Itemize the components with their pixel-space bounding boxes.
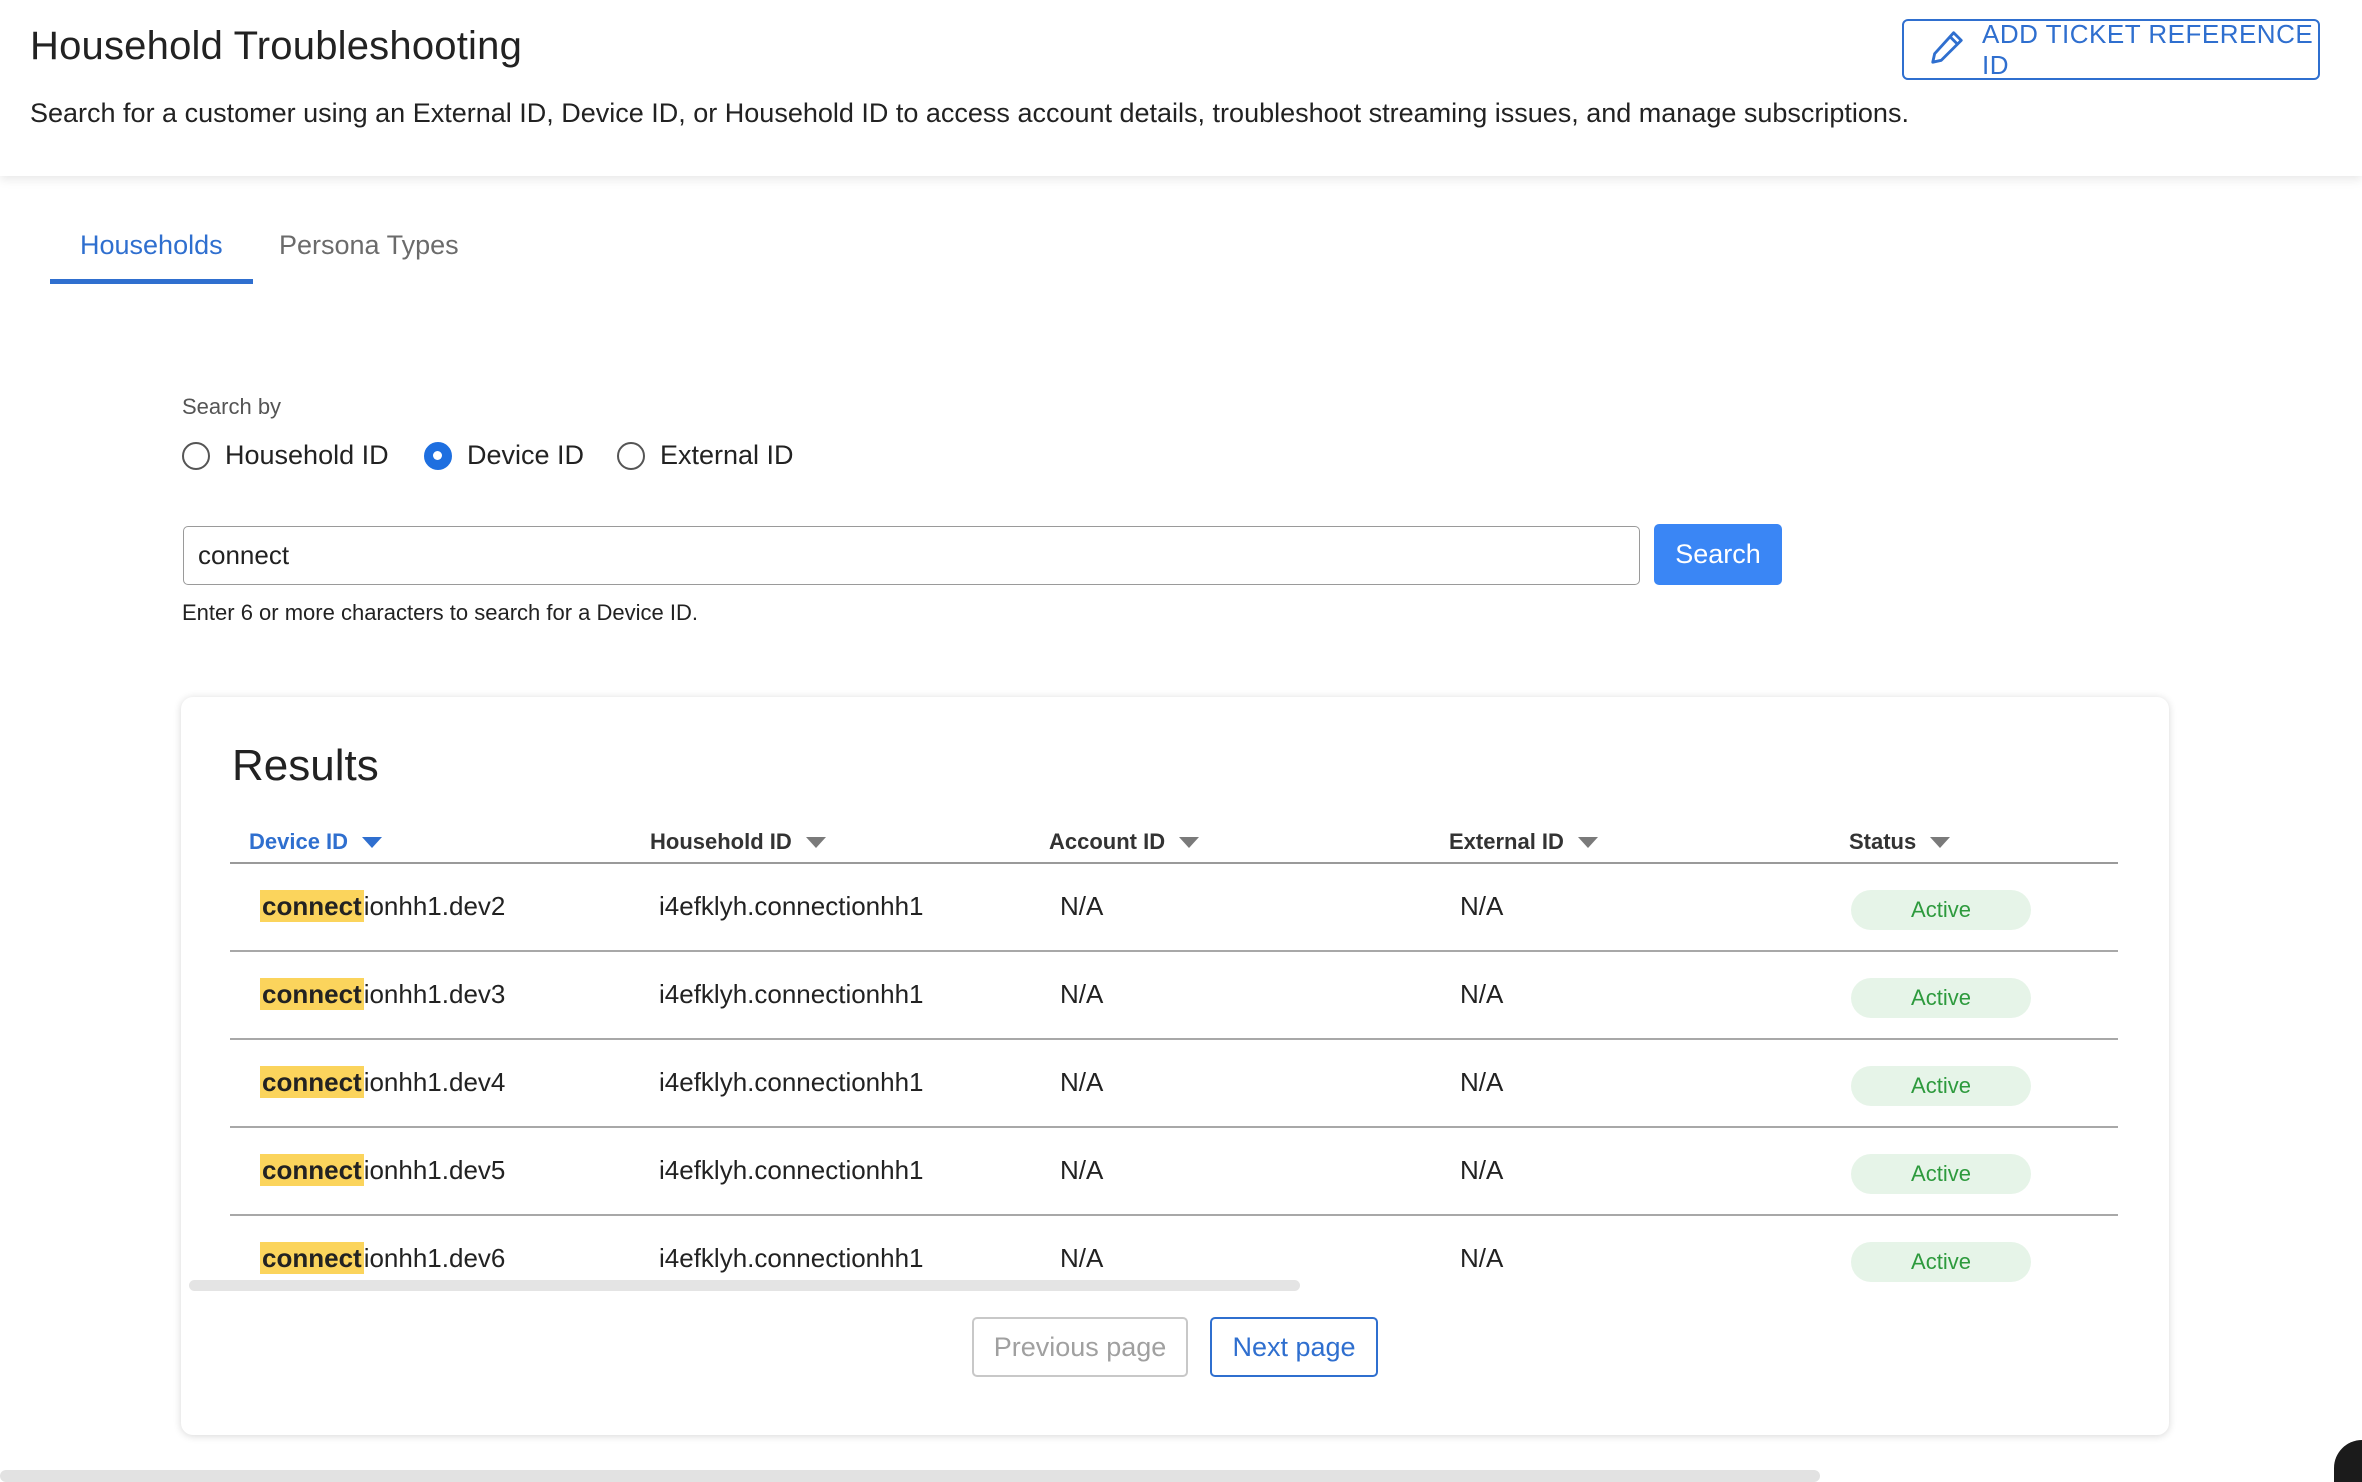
search-helper-text: Enter 6 or more characters to search for… xyxy=(182,600,698,625)
previous-page-button[interactable]: Previous page xyxy=(972,1317,1188,1377)
device-id-cell: connectionhh1.dev4 xyxy=(260,1066,506,1098)
account-id-cell: N/A xyxy=(1060,979,1104,1009)
external-id-cell: N/A xyxy=(1460,1243,1504,1273)
account-id-cell: N/A xyxy=(1060,891,1104,921)
status-badge: Active xyxy=(1851,978,2031,1018)
column-header-household-id[interactable]: Household ID xyxy=(650,827,826,857)
search-match-highlight: connect xyxy=(260,1066,364,1098)
device-id-cell: connectionhh1.dev6 xyxy=(260,1242,506,1274)
search-match-highlight: connect xyxy=(260,978,364,1010)
search-button[interactable]: Search xyxy=(1654,524,1782,585)
radio-household-id[interactable]: Household ID xyxy=(182,440,389,471)
radio-external-id[interactable]: External ID xyxy=(617,440,794,471)
device-id-rest: ionhh1.dev2 xyxy=(363,891,506,921)
external-id-cell: N/A xyxy=(1460,979,1504,1009)
next-page-button[interactable]: Next page xyxy=(1210,1317,1378,1377)
search-match-highlight: connect xyxy=(260,890,364,922)
device-id-rest: ionhh1.dev4 xyxy=(363,1067,506,1097)
device-id-rest: ionhh1.dev5 xyxy=(363,1155,506,1185)
radio-device-id[interactable]: Device ID xyxy=(424,440,584,471)
search-by-label: Search by xyxy=(182,394,282,419)
household-id-cell: i4efklyh.connectionhh1 xyxy=(659,1243,924,1273)
page-header: Household Troubleshooting Search for a c… xyxy=(0,0,2362,176)
table-row[interactable]: connectionhh1.dev4 i4efklyh.connectionhh… xyxy=(230,1040,2118,1128)
page-title: Household Troubleshooting xyxy=(30,24,523,68)
external-id-cell: N/A xyxy=(1460,891,1504,921)
sort-icon xyxy=(805,836,826,848)
account-id-cell: N/A xyxy=(1060,1243,1104,1273)
add-ticket-reference-label: ADD TICKET REFERENCE ID xyxy=(1982,18,2314,80)
radio-circle-selected[interactable] xyxy=(424,441,452,470)
table-row[interactable]: connectionhh1.dev3 i4efklyh.connectionhh… xyxy=(230,952,2118,1040)
status-badge: Active xyxy=(1851,1154,2031,1194)
results-title: Results xyxy=(232,741,379,790)
tab-persona-types[interactable]: Persona Types xyxy=(279,222,459,284)
search-match-highlight: connect xyxy=(260,1242,364,1274)
device-id-cell: connectionhh1.dev3 xyxy=(260,978,506,1010)
search-match-highlight: connect xyxy=(260,1154,364,1186)
column-header-status[interactable]: Status xyxy=(1849,827,1951,857)
window-corner xyxy=(2334,1440,2362,1482)
sort-icon xyxy=(1179,836,1200,848)
status-badge: Active xyxy=(1851,1066,2031,1106)
page-horizontal-scrollbar[interactable] xyxy=(0,1470,1820,1482)
table-row[interactable]: connectionhh1.dev2 i4efklyh.connectionhh… xyxy=(230,864,2118,952)
external-id-cell: N/A xyxy=(1460,1155,1504,1185)
household-id-cell: i4efklyh.connectionhh1 xyxy=(659,1067,924,1097)
column-header-device-id[interactable]: Device ID xyxy=(249,827,383,857)
page-subtitle: Search for a customer using an External … xyxy=(30,98,1909,128)
results-card: Results Device ID Household ID Account I… xyxy=(181,697,2169,1435)
sort-icon xyxy=(1930,836,1951,848)
household-id-cell: i4efklyh.connectionhh1 xyxy=(659,891,924,921)
column-header-account-id[interactable]: Account ID xyxy=(1049,827,1200,857)
account-id-cell: N/A xyxy=(1060,1155,1104,1185)
external-id-cell: N/A xyxy=(1460,1067,1504,1097)
device-id-cell: connectionhh1.dev5 xyxy=(260,1154,506,1186)
table-row[interactable]: connectionhh1.dev5 i4efklyh.connectionhh… xyxy=(230,1128,2118,1216)
radio-label: Household ID xyxy=(225,440,389,470)
radio-label: Device ID xyxy=(467,440,585,470)
radio-circle[interactable] xyxy=(617,441,645,470)
device-id-rest: ionhh1.dev6 xyxy=(363,1243,506,1273)
search-input[interactable] xyxy=(183,526,1640,585)
sort-icon xyxy=(1577,836,1598,848)
column-header-external-id[interactable]: External ID xyxy=(1449,827,1598,857)
status-badge: Active xyxy=(1851,1242,2031,1282)
status-badge: Active xyxy=(1851,890,2031,930)
device-id-rest: ionhh1.dev3 xyxy=(363,979,506,1009)
device-id-cell: connectionhh1.dev2 xyxy=(260,890,506,922)
tab-households[interactable]: Households xyxy=(50,222,253,284)
column-header-label: Device ID xyxy=(249,829,349,854)
column-header-label: Household ID xyxy=(650,829,792,854)
column-header-label: Status xyxy=(1849,829,1917,854)
household-id-cell: i4efklyh.connectionhh1 xyxy=(659,1155,924,1185)
column-header-label: External ID xyxy=(1449,829,1564,854)
add-ticket-reference-button[interactable]: ADD TICKET REFERENCE ID xyxy=(1902,19,2320,80)
pencil-icon xyxy=(1928,28,1966,71)
table-horizontal-scrollbar[interactable] xyxy=(189,1280,1300,1291)
household-id-cell: i4efklyh.connectionhh1 xyxy=(659,979,924,1009)
account-id-cell: N/A xyxy=(1060,1067,1104,1097)
radio-label: External ID xyxy=(660,440,794,470)
radio-circle[interactable] xyxy=(182,441,210,470)
sort-desc-icon xyxy=(362,836,383,848)
column-header-label: Account ID xyxy=(1049,829,1166,854)
